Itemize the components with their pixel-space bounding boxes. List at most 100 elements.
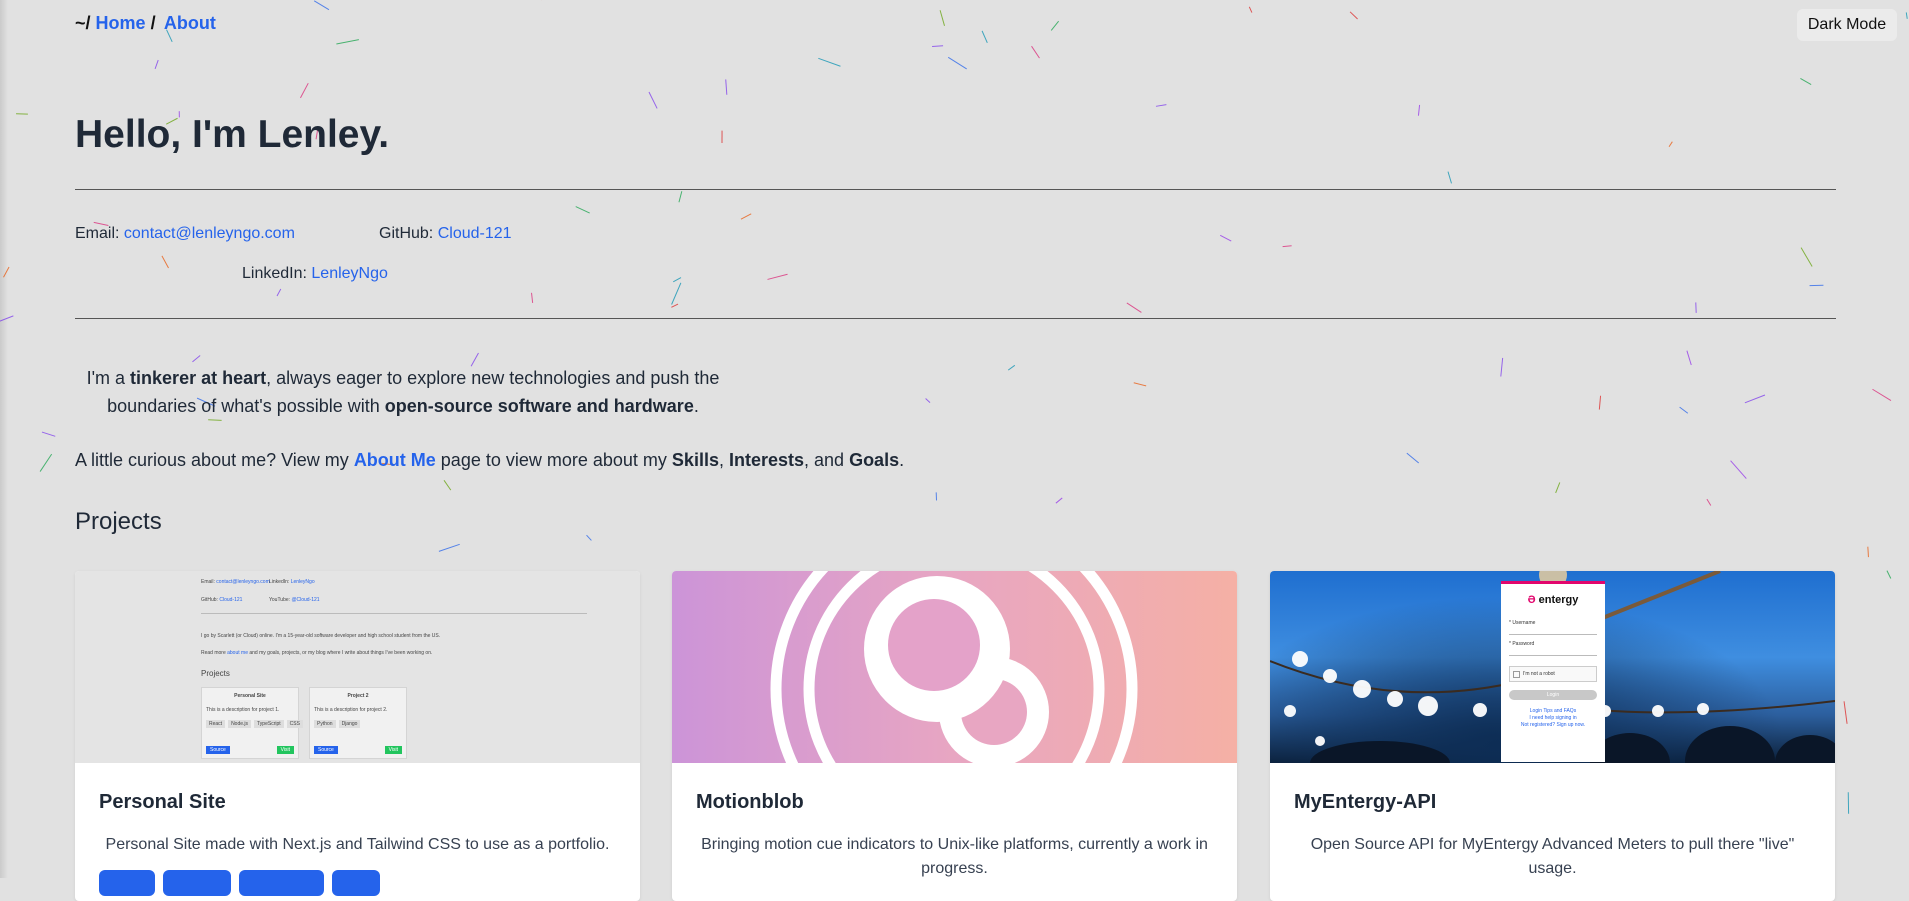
thumb-intro: I go by Scarlett (or Cloud) online. I'm … [201,633,440,639]
confetti-streak [1599,396,1600,410]
thumb-linkedin: LenleyNgo [291,579,315,585]
captcha-checkbox-icon [1513,671,1520,678]
intro-paragraph: I'm a tinkerer at heart, always eager to… [75,364,731,420]
thumb-tag: Node.js [228,720,251,728]
contact-linkedin: LinkedIn: LenleyNgo [242,265,388,283]
dark-mode-button[interactable]: Dark Mode [1797,9,1897,41]
breadcrumb-home-link[interactable]: Home [96,13,146,33]
thumb-tag: Django [339,720,361,728]
divider [75,318,1836,319]
thumb-projects-title: Projects [201,671,230,677]
thumb-source-button: Source [314,746,338,754]
thumb-email-label: Email: [201,579,215,585]
email-link[interactable]: contact@lenleyngo.com [124,225,295,242]
confetti-streak [1800,78,1811,84]
github-link[interactable]: Cloud-121 [438,225,512,242]
confetti-streak [1056,498,1062,503]
prompt-text: A little curious about me? View my [75,450,354,470]
confetti-streak [1707,499,1711,505]
intro-text: . [694,396,699,416]
thumb-email: contact@lenleyngo.com [216,579,269,585]
thumb-help-link: Login Tips and FAQs [1501,708,1605,715]
project-tags [99,870,380,896]
confetti-streak [439,544,460,551]
thumb-visit-button: Visit [277,746,294,754]
confetti-streak [1501,358,1503,377]
intro-bold: open-source software and hardware [385,396,694,416]
confetti-streak [1008,365,1015,370]
intro-text: I'm a [87,368,130,388]
thumb-linkedin-label: LinkedIn: [269,579,289,585]
confetti-streak [1134,383,1146,386]
contact-github: GitHub: Cloud-121 [379,225,512,243]
projects-heading: Projects [75,508,162,536]
breadcrumb-separator: / [151,13,156,33]
confetti-streak [1872,389,1891,400]
project-card-myentergy-api[interactable]: Ə entergy * Username * Password I'm not … [1270,571,1835,901]
project-thumbnail [672,571,1237,763]
entergy-brand: entergy [1539,594,1579,606]
project-title: MyEntergy-API [1294,791,1436,814]
project-thumbnail: Email: contact@lenleyngo.com LinkedIn: L… [75,571,640,763]
confetti-streak [314,1,329,10]
thumb-card-tags: React Node.js TypeScript CSS [206,720,298,728]
skills-text: Skills [672,450,719,470]
about-me-link[interactable]: About Me [354,450,436,470]
project-card-motionblob[interactable]: Motionblob Bringing motion cue indicator… [672,571,1237,901]
confetti-streak [1745,395,1765,403]
thumb-password-label: * Password [1509,641,1605,647]
interests-text: Interests [729,450,804,470]
thumb-github: Cloud-121 [219,597,242,603]
confetti-streak [672,283,681,305]
confetti-streak [1868,547,1869,557]
confetti-streak [1687,351,1691,365]
tech-tag[interactable] [239,870,324,896]
thumb-more-link: about me [227,650,248,656]
entergy-logo: Ə entergy [1501,594,1605,606]
confetti-streak [1249,7,1252,13]
confetti-streak [948,57,966,69]
tech-tag[interactable] [332,870,380,896]
tech-tag[interactable] [99,870,155,896]
about-me-prompt: A little curious about me? View my About… [75,450,904,471]
confetti-streak [1556,482,1560,493]
linkedin-link[interactable]: LenleyNgo [311,265,388,282]
thumb-card-tags: Python Django [314,720,406,728]
thumb-password-field [1509,649,1597,656]
thumb-captcha: I'm not a robot [1509,666,1597,682]
tech-tag[interactable] [163,870,231,896]
thumb-help-links: Login Tips and FAQs I need help signing … [1501,708,1605,729]
confetti-streak [1418,105,1419,116]
divider [75,189,1836,190]
confetti-streak [1844,701,1847,724]
breadcrumb: ~/ Home / About [75,13,216,34]
project-title: Personal Site [99,791,226,814]
confetti-streak [1032,46,1040,58]
confetti-streak [587,535,592,540]
confetti-streak [444,480,451,490]
confetti-streak [982,31,987,43]
breadcrumb-about-link[interactable]: About [164,13,216,33]
confetti-streak [40,454,52,471]
confetti-streak [162,256,169,268]
confetti-streak [1407,453,1419,463]
project-card-personal-site[interactable]: Email: contact@lenleyngo.com LinkedIn: L… [75,571,640,901]
confetti-streak [532,293,533,303]
thumb-login-button: Login [1509,690,1597,700]
confetti-streak [336,40,358,44]
confetti-streak [1731,461,1747,479]
project-description: Personal Site made with Next.js and Tail… [99,833,616,857]
breadcrumb-root: ~/ [75,13,91,33]
confetti-streak [155,60,158,69]
confetti-streak [1906,12,1907,18]
confetti-streak [679,191,682,202]
motionblob-logo-icon [672,571,1237,763]
thumb-source-button: Source [206,746,230,754]
confetti-streak [673,278,681,282]
confetti-streak [1350,12,1358,19]
confetti-streak [1220,235,1231,241]
project-description: Open Source API for MyEntergy Advanced M… [1294,833,1811,881]
thumb-tag: Python [314,720,336,728]
thumb-project-card: Project 2 This is a description for proj… [309,687,407,759]
confetti-streak [1127,303,1142,312]
